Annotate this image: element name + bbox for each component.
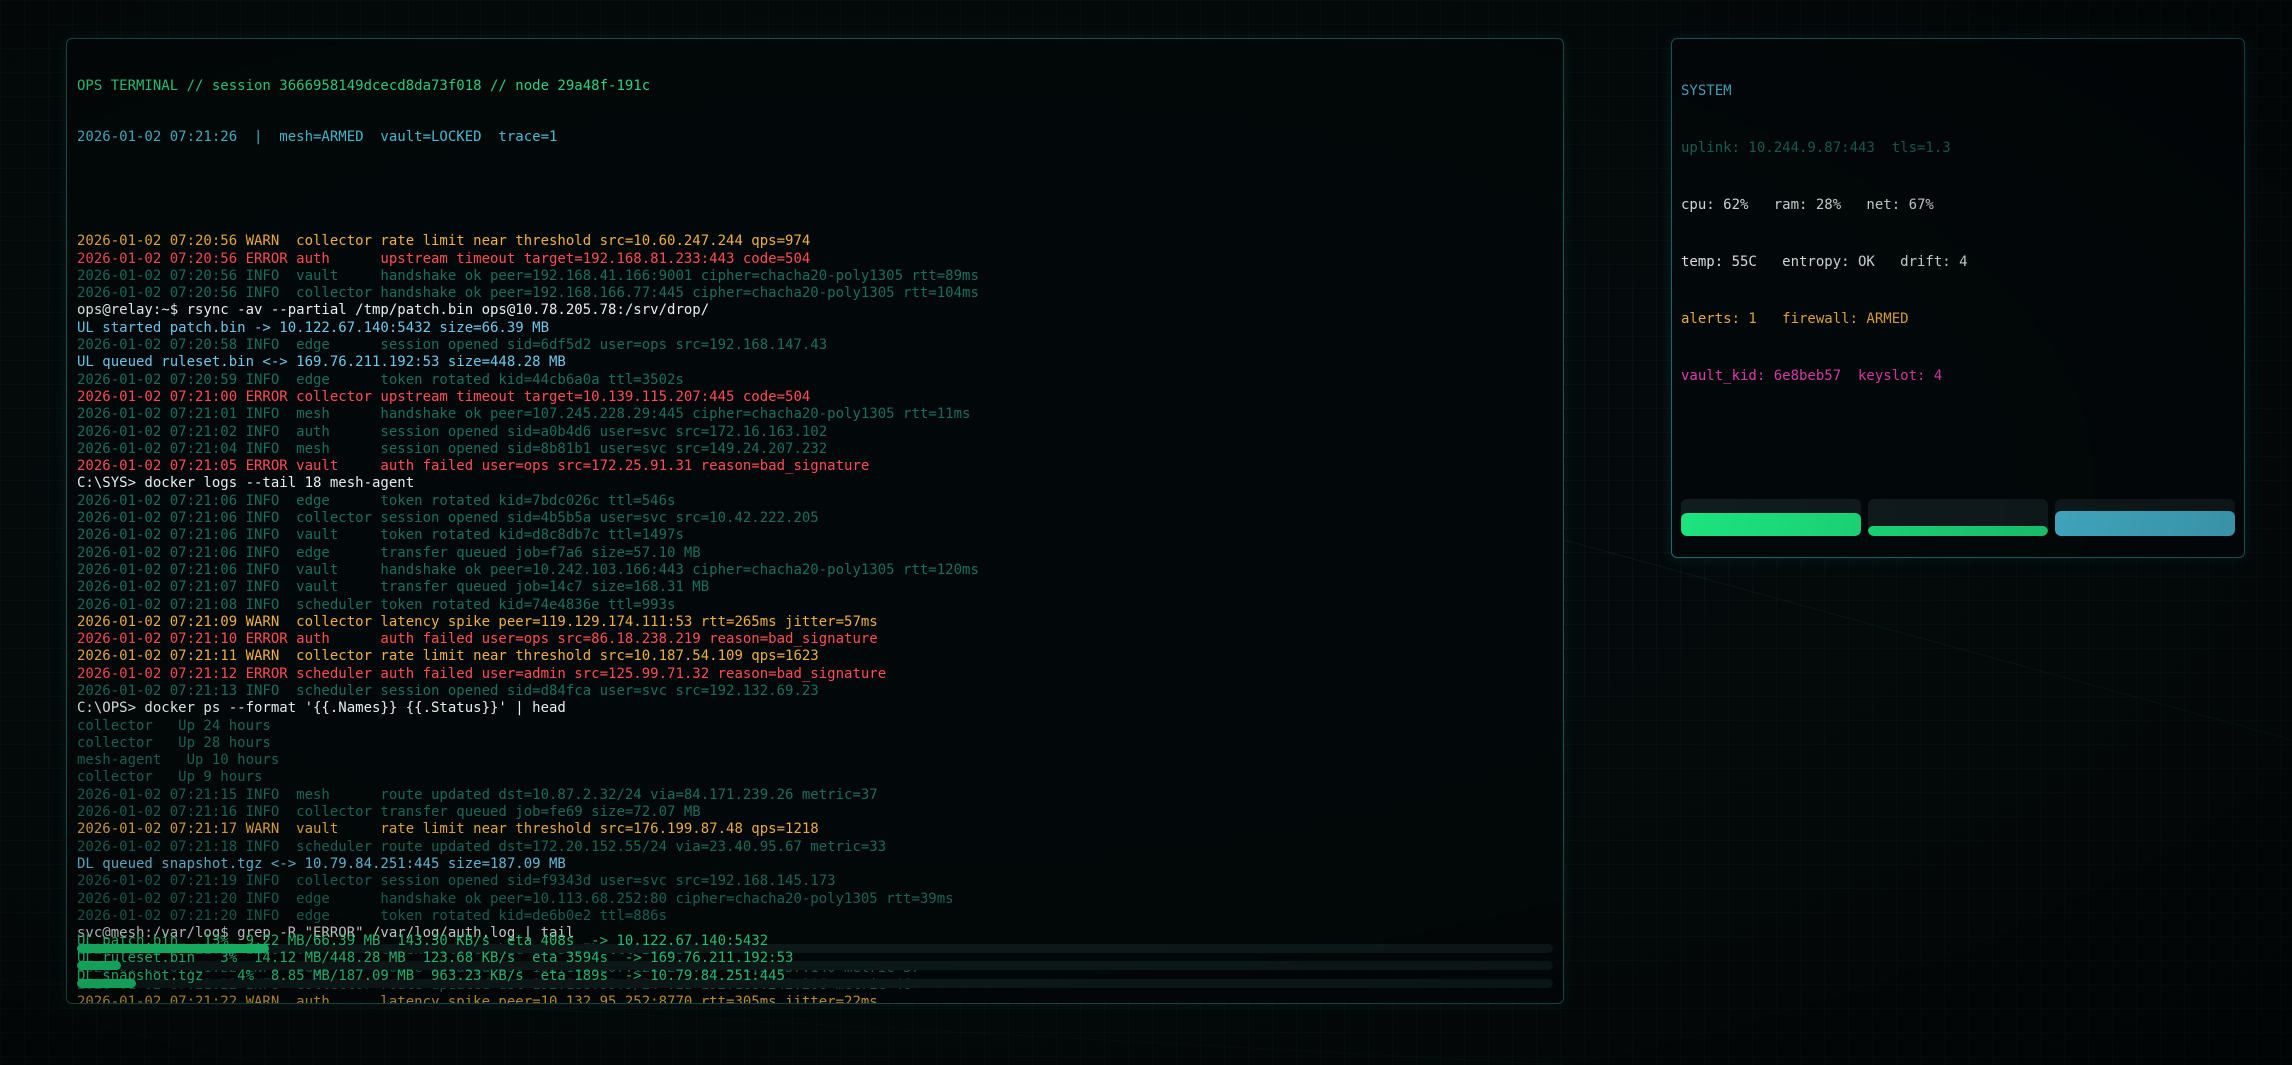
transfer-progress-panel: UL patch.bin 13% 9.22 MB/66.39 MB 143.30… [77, 933, 1553, 993]
ops-terminal-window[interactable]: OPS TERMINAL // session 3666958149dcecd8… [66, 38, 1564, 1004]
transfer-row-0: UL patch.bin 13% 9.22 MB/66.39 MB 143.30… [77, 933, 1553, 953]
log-line: mesh-agent Up 10 hours [77, 752, 280, 769]
log-line: 2026-01-02 07:21:17 WARN vault rate limi… [77, 821, 819, 838]
command-line: C:\SYS> docker logs --tail 18 mesh-agent [77, 475, 415, 492]
log-line: 2026-01-02 07:21:07 INFO vault transfer … [77, 579, 710, 596]
resource-stats: cpu: 62% ram: 28% net: 67% [1681, 197, 1934, 213]
uplink-status: uplink: 10.244.9.87:443 tls=1.3 [1681, 140, 1951, 156]
log-line: 2026-01-02 07:21:18 INFO scheduler route… [77, 838, 887, 855]
terminal-spacer [77, 181, 1553, 198]
environment-stats: temp: 55C entropy: OK drift: 4 [1681, 254, 1968, 270]
log-line: 2026-01-02 07:21:06 INFO vault token rot… [77, 527, 684, 544]
transfer-row-1: UL ruleset.bin 3% 14.12 MB/448.28 MB 123… [77, 950, 1553, 971]
log-line: 2026-01-02 07:21:16 INFO collector trans… [77, 804, 701, 821]
log-line: 2026-01-02 07:20:56 ERROR auth upstream … [77, 250, 811, 267]
transfer-label: UL ruleset.bin 3% 14.12 MB/448.28 MB 123… [77, 950, 794, 967]
log-line: 2026-01-02 07:21:05 ERROR vault auth fai… [77, 458, 870, 475]
transfer-row-2: DL snapshot.tgz 4% 8.85 MB/187.09 MB 963… [77, 967, 1553, 988]
log-lines: 2026-01-02 07:20:56 WARN collector rate … [77, 233, 1553, 1004]
log-line: 2026-01-02 07:21:06 INFO edge transfer q… [77, 544, 701, 561]
log-line: 2026-01-02 07:21:20 INFO edge token rota… [77, 907, 668, 924]
system-info: SYSTEM uplink: 10.244.9.87:443 tls=1.3 c… [1681, 44, 2235, 424]
log-line: collector Up 28 hours [77, 734, 271, 751]
log-line: 2026-01-02 07:21:20 INFO edge handshake … [77, 890, 954, 907]
ram-meter [1868, 499, 2048, 536]
command-line: C:\OPS> docker ps --format '{{.Names}} {… [77, 700, 566, 717]
log-line: collector Up 24 hours [77, 717, 271, 734]
log-line: UL queued ruleset.bin <-> 169.76.211.192… [77, 354, 566, 371]
resource-meters [1681, 499, 2235, 539]
ram-meter-fill [1868, 526, 2048, 536]
log-line: 2026-01-02 07:21:15 INFO mesh route upda… [77, 786, 878, 803]
log-line: 2026-01-02 07:21:11 WARN collector rate … [77, 648, 819, 665]
terminal-header: OPS TERMINAL // session 3666958149dcecd8… [77, 77, 651, 94]
log-line: 2026-01-02 07:21:08 INFO scheduler token… [77, 596, 676, 613]
alerts-status: alerts: 1 firewall: ARMED [1681, 311, 1909, 327]
log-line: 2026-01-02 07:20:56 INFO collector hands… [77, 285, 979, 302]
log-line: 2026-01-02 07:20:56 INFO vault handshake… [77, 267, 979, 284]
log-line: 2026-01-02 07:20:58 INFO edge session op… [77, 337, 828, 354]
log-line: 2026-01-02 07:21:06 INFO edge token rota… [77, 492, 676, 509]
system-status-panel: SYSTEM uplink: 10.244.9.87:443 tls=1.3 c… [1671, 38, 2245, 558]
log-line: 2026-01-02 07:21:19 INFO collector sessi… [77, 873, 836, 890]
log-line: 2026-01-02 07:21:04 INFO mesh session op… [77, 440, 828, 457]
cpu-meter [1681, 499, 1861, 536]
transfer-label: DL snapshot.tgz 4% 8.85 MB/187.09 MB 963… [77, 967, 786, 984]
vault-status: vault_kid: 6e8beb57 keyslot: 4 [1681, 368, 1943, 384]
net-meter-fill [2055, 511, 2235, 536]
log-line: collector Up 9 hours [77, 769, 263, 786]
log-line: 2026-01-02 07:20:59 INFO edge token rota… [77, 371, 684, 388]
transfer-label: UL patch.bin 13% 9.22 MB/66.39 MB 143.30… [77, 933, 769, 949]
log-line: 2026-01-02 07:21:22 WARN auth latency sp… [77, 994, 878, 1004]
system-title: SYSTEM [1681, 83, 1732, 99]
log-line: 2026-01-02 07:21:10 ERROR auth auth fail… [77, 631, 878, 648]
log-line: 2026-01-02 07:20:56 WARN collector rate … [77, 233, 811, 250]
log-line: 2026-01-02 07:21:12 ERROR scheduler auth… [77, 665, 887, 682]
terminal-status-line: 2026-01-02 07:21:26 | mesh=ARMED vault=L… [77, 129, 558, 146]
command-line: ops@relay:~$ rsync -av --partial /tmp/pa… [77, 302, 710, 319]
terminal-output: OPS TERMINAL // session 3666958149dcecd8… [77, 43, 1553, 1004]
log-line: 2026-01-02 07:21:06 INFO vault handshake… [77, 561, 979, 578]
log-line: 2026-01-02 07:21:02 INFO auth session op… [77, 423, 828, 440]
log-line: 2026-01-02 07:21:00 ERROR collector upst… [77, 388, 811, 405]
log-line: 2026-01-02 07:21:01 INFO mesh handshake … [77, 406, 971, 423]
log-line: 2026-01-02 07:21:13 INFO scheduler sessi… [77, 682, 819, 699]
cpu-meter-fill [1681, 513, 1861, 536]
log-line: 2026-01-02 07:21:09 WARN collector laten… [77, 613, 878, 630]
log-line: UL started patch.bin -> 10.122.67.140:54… [77, 319, 550, 336]
log-line: 2026-01-02 07:21:06 INFO collector sessi… [77, 510, 819, 527]
net-meter [2055, 499, 2235, 536]
log-line: DL queued snapshot.tgz <-> 10.79.84.251:… [77, 855, 566, 872]
